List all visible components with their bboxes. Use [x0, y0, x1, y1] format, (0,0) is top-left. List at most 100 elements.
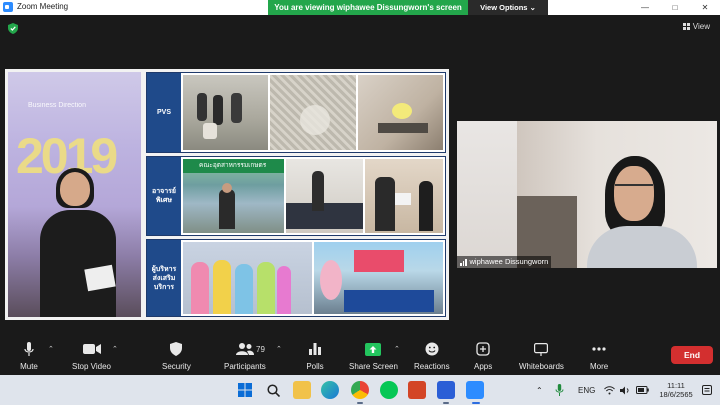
- more-button[interactable]: More: [590, 341, 608, 371]
- window-title: Zoom Meeting: [17, 2, 69, 11]
- share-screen-button[interactable]: Share Screen: [349, 341, 398, 371]
- participant-video-tile[interactable]: wiphawee Dissungworn: [457, 121, 717, 268]
- participant-name-tag: wiphawee Dissungworn: [457, 256, 552, 268]
- line-app-icon[interactable]: [380, 381, 398, 399]
- volume-icon[interactable]: [620, 375, 631, 405]
- panel-label-text-2: ส่งเสริมบริการ: [152, 274, 176, 291]
- shared-screen[interactable]: Business Direction 2019 PVS อาจารย์ พิเศ…: [5, 69, 449, 320]
- window-controls: — □ ✕: [630, 0, 720, 15]
- panel-photo: [365, 159, 443, 233]
- viewing-screen-banner: You are viewing wiphawee Dissungworn's s…: [268, 0, 468, 15]
- security-button[interactable]: Security: [162, 341, 191, 371]
- panel-photo: [183, 242, 312, 314]
- shield-icon: [167, 341, 185, 357]
- view-label: View: [692, 22, 710, 31]
- mute-label: Mute: [20, 362, 38, 371]
- panel-label: ผู้บริหาร ส่งเสริมบริการ: [147, 240, 181, 316]
- end-meeting-button[interactable]: End: [671, 346, 713, 364]
- panel-photo: [183, 75, 269, 150]
- whiteboards-button[interactable]: Whiteboards: [519, 341, 564, 371]
- video-camera-icon: [82, 341, 101, 357]
- word-icon[interactable]: [437, 381, 455, 399]
- presenter-figure: [38, 168, 118, 317]
- panel-photo: [357, 75, 443, 150]
- polls-button[interactable]: Polls: [306, 341, 324, 371]
- windows-taskbar: ⌃ ENG 11:11 18/6/2565: [0, 375, 720, 405]
- panel-images: คณะอุตสาหกรรมเกษตร: [181, 157, 445, 235]
- clock-time: 11:11: [667, 381, 685, 390]
- reactions-button[interactable]: Reactions: [414, 341, 450, 371]
- panel-banner: คณะอุตสาหกรรมเกษตร: [183, 159, 284, 173]
- notification-center-icon[interactable]: [702, 375, 712, 405]
- polls-label: Polls: [306, 362, 324, 371]
- view-options-button[interactable]: View Options ⌄: [468, 0, 548, 15]
- panel-label: PVS: [147, 73, 181, 152]
- whiteboard-icon: [532, 341, 550, 357]
- view-button[interactable]: View: [682, 22, 710, 31]
- panel-label-text: PVS: [156, 109, 171, 116]
- more-label: More: [590, 362, 609, 371]
- mute-options-caret-icon[interactable]: ⌃: [48, 345, 54, 353]
- app-title-group: Zoom Meeting: [3, 2, 68, 12]
- chevron-down-icon: ⌄: [529, 3, 536, 12]
- share-screen-label: Share Screen: [349, 362, 398, 371]
- participant-name: wiphawee Dissungworn: [469, 257, 549, 266]
- chrome-browser-icon[interactable]: [351, 381, 369, 399]
- participant-figure: [587, 156, 697, 268]
- apps-button[interactable]: Apps: [474, 341, 492, 371]
- photo-caption: Business Direction: [28, 102, 86, 109]
- panel-photo: [314, 242, 443, 314]
- word-active-indicator: [443, 402, 449, 404]
- chrome-active-indicator: [357, 402, 363, 404]
- panel-photo: คณะอุตสาหกรรมเกษตร: [183, 159, 284, 233]
- battery-icon[interactable]: [636, 375, 649, 405]
- apps-label: Apps: [474, 362, 493, 371]
- apps-icon: [474, 341, 492, 357]
- participants-label: Participants: [224, 362, 266, 371]
- zoom-logo-icon: [3, 2, 13, 12]
- panel-label-text-2: พิเศษ: [155, 197, 173, 204]
- share-screen-icon: [364, 341, 382, 357]
- language-indicator[interactable]: ENG: [578, 375, 595, 405]
- mute-button[interactable]: Mute: [20, 341, 38, 371]
- panel-label-text: อาจารย์: [151, 188, 177, 195]
- taskbar-microphone-icon[interactable]: [555, 375, 564, 405]
- participants-options-caret-icon[interactable]: ⌃: [276, 345, 282, 353]
- panel-label: อาจารย์ พิเศษ: [147, 157, 181, 235]
- zoom-active-indicator: [472, 402, 480, 404]
- smiley-icon: [423, 341, 441, 357]
- participants-count: 79: [256, 345, 265, 354]
- panel-photo: [285, 159, 364, 233]
- stop-video-button[interactable]: Stop Video: [72, 341, 111, 371]
- powerpoint-icon[interactable]: [408, 381, 426, 399]
- reactions-label: Reactions: [414, 362, 450, 371]
- panel-photo: [270, 75, 356, 150]
- close-button[interactable]: ✕: [690, 0, 720, 15]
- encryption-shield-icon[interactable]: [8, 23, 18, 34]
- video-options-caret-icon[interactable]: ⌃: [112, 345, 118, 353]
- show-hidden-icons-caret-icon[interactable]: ⌃: [536, 375, 543, 405]
- windows-start-icon[interactable]: [236, 381, 254, 399]
- taskbar-clock[interactable]: 11:11 18/6/2565: [656, 381, 696, 399]
- panel-label-text: ผู้บริหาร: [151, 265, 177, 273]
- grid-view-icon: [682, 23, 690, 30]
- edge-browser-icon[interactable]: [321, 381, 339, 399]
- clock-date: 18/6/2565: [659, 390, 693, 399]
- file-explorer-icon[interactable]: [293, 381, 311, 399]
- presenter-photo: Business Direction 2019: [8, 72, 141, 317]
- maximize-button[interactable]: □: [660, 0, 690, 15]
- more-dots-icon: [590, 341, 608, 357]
- panel-images: [181, 73, 445, 152]
- panel-images: [181, 240, 445, 316]
- minimize-button[interactable]: —: [630, 0, 660, 15]
- whiteboards-label: Whiteboards: [519, 362, 564, 371]
- pvs-panel: PVS: [146, 72, 446, 153]
- view-options-label: View Options: [480, 3, 528, 12]
- share-options-caret-icon[interactable]: ⌃: [394, 345, 400, 353]
- wifi-icon[interactable]: [604, 375, 615, 405]
- participants-icon: [235, 341, 254, 357]
- meeting-toolbar: Mute ⌃ Stop Video ⌃ Security Participant…: [0, 337, 720, 375]
- zoom-app-icon[interactable]: [466, 381, 484, 399]
- search-icon[interactable]: [264, 381, 282, 399]
- security-label: Security: [162, 362, 191, 371]
